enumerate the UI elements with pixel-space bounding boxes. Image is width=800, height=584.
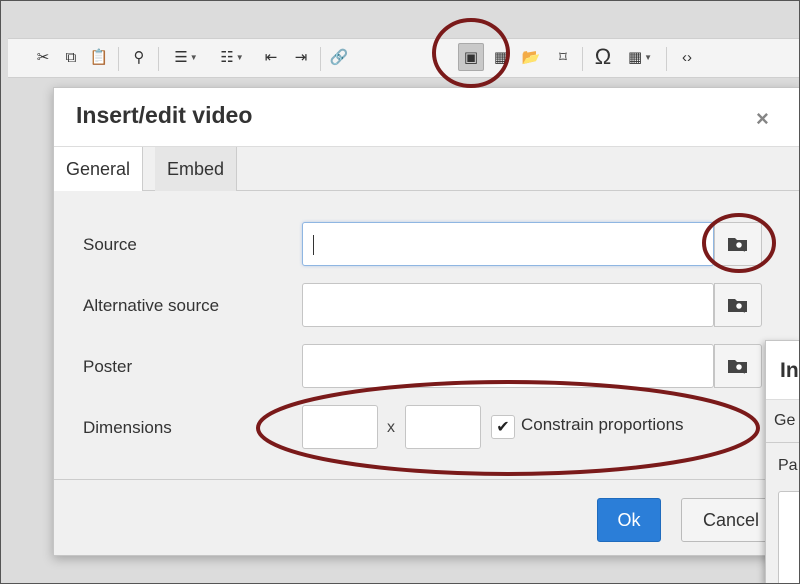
- bullet-list-button[interactable]: ☰ ▼: [166, 43, 206, 71]
- ok-button[interactable]: Ok: [597, 498, 661, 542]
- insert-video-dialog: Insert/edit video × General Embed Source…: [53, 87, 800, 556]
- chevron-down-icon: ▼: [644, 52, 653, 62]
- chevron-down-icon: ▼: [235, 52, 244, 62]
- close-icon[interactable]: ×: [756, 106, 769, 132]
- find-icon[interactable]: ⚲: [126, 43, 152, 71]
- dialog-header: Insert/edit video ×: [54, 88, 799, 146]
- secondary-dialog-tabs: Ge: [766, 399, 800, 443]
- dimensions-label: Dimensions: [83, 418, 172, 437]
- alt-source-input[interactable]: [302, 283, 714, 327]
- cut-icon[interactable]: ✂: [30, 43, 56, 71]
- toolbar-separator: [582, 47, 583, 71]
- bookmark-icon[interactable]: ⌑: [550, 43, 576, 71]
- source-browse-button[interactable]: [714, 222, 762, 266]
- dialog-tabs: General Embed: [54, 146, 799, 192]
- chevron-down-icon: ▼: [189, 52, 198, 62]
- poster-label: Poster: [83, 357, 133, 376]
- poster-input[interactable]: [302, 344, 714, 388]
- constrain-label[interactable]: Constrain proportions: [521, 415, 684, 435]
- width-input[interactable]: [302, 405, 378, 449]
- height-input[interactable]: [405, 405, 481, 449]
- constrain-checkbox[interactable]: ✔: [491, 415, 515, 439]
- secondary-dialog-title: In: [780, 359, 799, 382]
- checkmark-icon: ✔: [496, 419, 510, 436]
- toolbar-separator: [320, 47, 321, 71]
- dimensions-separator: x: [387, 419, 395, 436]
- numbered-list-button[interactable]: ☷ ▼: [212, 43, 252, 71]
- poster-browse-button[interactable]: [714, 344, 762, 388]
- link-icon[interactable]: 🔗: [326, 43, 352, 71]
- secondary-field-label: Pa: [778, 457, 798, 474]
- dialog-title: Insert/edit video: [76, 102, 253, 128]
- indent-icon[interactable]: ⇥: [288, 43, 314, 71]
- editor-toolbar: ✂ ⧉ 📋 ⚲ ☰ ▼ ☷ ▼ ⇤ ⇥ 🔗 ▣ ▦ 📂 ⌑ Ω ▦ ▼ ‹›: [8, 38, 800, 78]
- browse-icon: [728, 360, 747, 374]
- tab-embed[interactable]: Embed: [155, 147, 238, 191]
- dialog-footer: Ok Cancel: [54, 479, 799, 555]
- source-code-icon[interactable]: ‹›: [674, 43, 700, 71]
- file-browser-icon[interactable]: 📂: [518, 43, 544, 71]
- paste-icon[interactable]: 📋: [86, 43, 112, 71]
- toolbar-separator: [666, 47, 667, 71]
- copy-icon[interactable]: ⧉: [58, 43, 84, 71]
- secondary-tab-general[interactable]: Ge: [774, 412, 795, 430]
- table-button[interactable]: ▦ ▼: [620, 43, 660, 71]
- image-icon[interactable]: ▣: [458, 43, 484, 71]
- table-icon: ▦: [627, 49, 643, 66]
- text-caret: [313, 235, 314, 255]
- secondary-textarea[interactable]: [778, 491, 800, 583]
- outdent-icon[interactable]: ⇤: [258, 43, 284, 71]
- toolbar-separator: [118, 47, 119, 71]
- secondary-dialog-body: Pa: [766, 443, 800, 583]
- tab-general[interactable]: General: [54, 147, 144, 192]
- alt-source-browse-button[interactable]: [714, 283, 762, 327]
- special-char-icon[interactable]: Ω: [590, 43, 616, 71]
- source-label: Source: [83, 235, 137, 254]
- toolbar-separator: [158, 47, 159, 71]
- numbered-list-icon: ☷: [220, 49, 234, 66]
- dialog-body: Source Alternative source Poster Dimensi…: [54, 191, 799, 479]
- alt-source-label: Alternative source: [83, 296, 220, 315]
- secondary-dialog: In Ge Pa: [765, 340, 800, 584]
- browse-icon: [728, 299, 747, 313]
- bullet-list-icon: ☰: [174, 49, 188, 66]
- source-input[interactable]: [302, 222, 714, 266]
- browse-icon: [728, 238, 747, 252]
- media-icon[interactable]: ▦: [488, 43, 514, 71]
